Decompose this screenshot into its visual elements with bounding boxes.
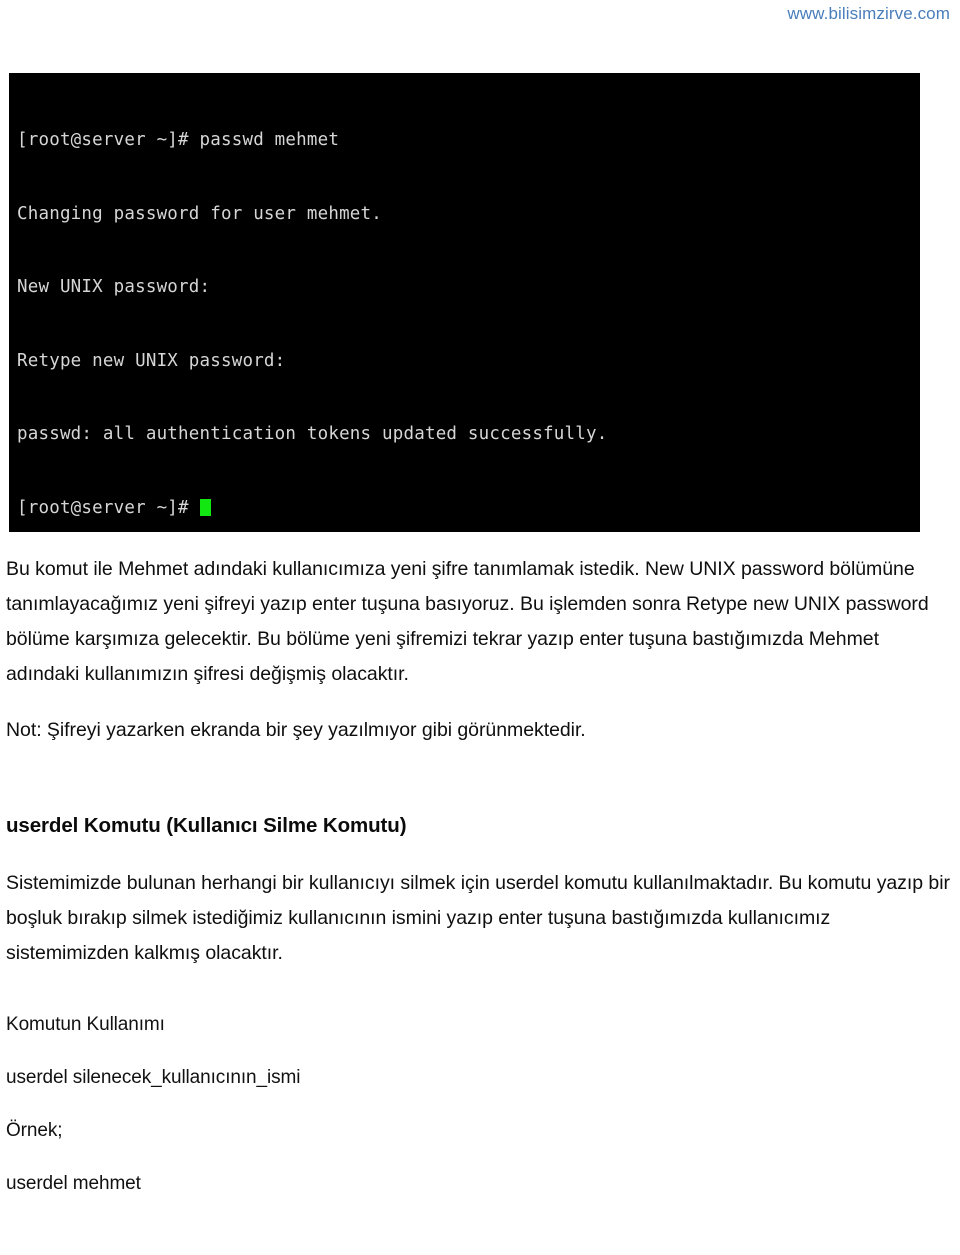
terminal-line: passwd: all authentication tokens update… [17, 424, 608, 444]
terminal-prompt-line: [root@server ~]# [17, 496, 920, 521]
terminal-line: Retype new UNIX password: [17, 350, 286, 371]
document-body: Bu komut ile Mehmet adındaki kullanıcımı… [6, 552, 954, 1197]
usage-syntax-line: userdel silenecek_kullanıcının_ismi [6, 1067, 301, 1088]
label-ornek: Örnek; [6, 1120, 63, 1141]
section-heading-userdel: userdel Komutu (Kullanıcı Silme Komutu) [6, 814, 407, 837]
terminal-screen: [root@server ~]# passwd mehmet Changing … [9, 73, 920, 532]
paragraph-note: Not: Şifreyi yazarken ekranda bir şey ya… [6, 719, 586, 741]
terminal-screenshot: [root@server ~]# passwd mehmet Changing … [9, 73, 920, 532]
example-command-line: userdel mehmet [6, 1173, 141, 1194]
site-wordmark: www.bilisimzirve.com [787, 4, 950, 23]
paragraph-passwd-explanation: Bu komut ile Mehmet adındaki kullanıcımı… [6, 558, 929, 685]
terminal-line: [root@server ~]# passwd mehmet [17, 130, 340, 150]
terminal-prompt-text: [root@server ~]# [17, 497, 200, 518]
terminal-cursor-icon [199, 498, 211, 516]
terminal-line: Changing password for user mehmet. [17, 203, 383, 224]
terminal-line: New UNIX password: [17, 277, 211, 297]
site-header: www.bilisimzirve.com [0, 0, 960, 30]
paragraph-userdel-explanation: Sistemimizde bulunan herhangi bir kullan… [6, 872, 950, 964]
label-komutun-kullanimi: Komutun Kullanımı [6, 1014, 165, 1035]
